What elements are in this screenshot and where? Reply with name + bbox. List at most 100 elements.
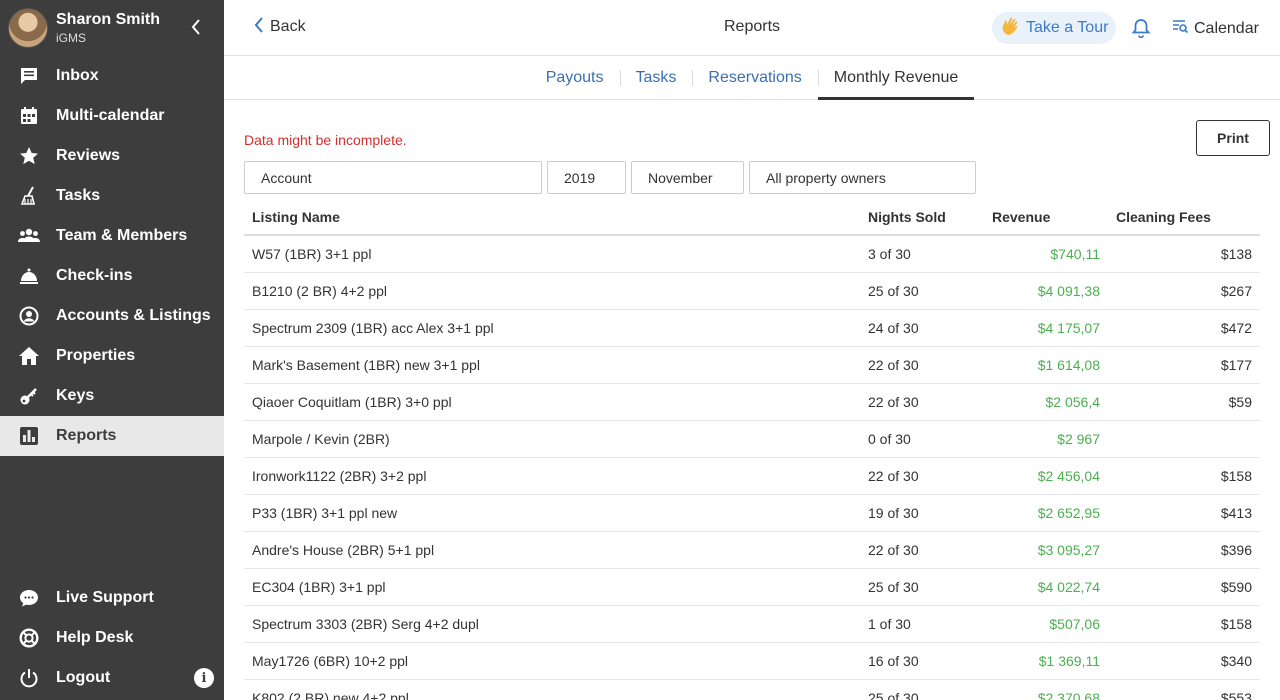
revenue-cell: $3 095,27 (1037, 542, 1100, 558)
sidebar-item-label: Accounts & Listings (56, 307, 211, 324)
table-row[interactable]: Ironwork1122 (2BR) 3+2 ppl 22 of 30 $2 456… (244, 458, 1260, 495)
month-filter[interactable]: November (631, 161, 744, 194)
nights-sold-cell: 22 of 30 (868, 542, 919, 558)
cleaning-fees-cell: $413 (1220, 505, 1252, 521)
take-a-tour-button[interactable]: Take a Tour (992, 12, 1117, 44)
nights-sold-cell: 25 of 30 (868, 579, 919, 595)
notifications-bell-icon[interactable] (1131, 18, 1151, 43)
key-icon (18, 385, 40, 407)
sidebar-item-label: Properties (56, 347, 136, 364)
revenue-cell: $4 091,38 (1037, 283, 1100, 299)
calendar-grid-icon (18, 105, 40, 127)
sidebar-item-label: Help Desk (56, 629, 134, 646)
info-icon[interactable]: i (194, 668, 214, 688)
sidebar-item-inbox[interactable]: Inbox (0, 56, 224, 96)
listing-name-cell: EC304 (1BR) 3+1 ppl (252, 579, 386, 595)
table-row[interactable]: P33 (1BR) 3+1 ppl new 19 of 30 $2 652,95 $4… (244, 495, 1260, 532)
nights-sold-cell: 22 of 30 (868, 468, 919, 484)
cleaning-fees-cell: $138 (1220, 246, 1252, 262)
collapse-sidebar-icon[interactable] (190, 18, 206, 38)
table-row[interactable]: Marpole / Kevin (2BR) 0 of 30 $2 967 (244, 421, 1260, 458)
cleaning-fees-cell: $158 (1220, 468, 1252, 484)
table-row[interactable]: Qiaoer Coquitlam (1BR) 3+0 ppl 22 of 30 $2… (244, 384, 1260, 421)
table-row[interactable]: Andre's House (2BR) 5+1 ppl 22 of 30 $3 09… (244, 532, 1260, 569)
cleaning-fees-cell: $158 (1220, 616, 1252, 632)
table-row[interactable]: May1726 (6BR) 10+2 ppl 16 of 30 $1 369,11 $… (244, 643, 1260, 680)
listing-name-cell: Andre's House (2BR) 5+1 ppl (252, 542, 435, 558)
sidebar-item-label: Live Support (56, 589, 154, 606)
table-row[interactable]: Spectrum 3303 (2BR) Serg 4+2 dupl 1 of 30… (244, 606, 1260, 643)
sidebar-item-label: Reviews (56, 147, 121, 164)
user-profile[interactable]: Sharon Smith iGMS (0, 0, 224, 56)
sidebar-item-label: Keys (56, 387, 95, 404)
sidebar-item-reviews[interactable]: Reviews (0, 136, 224, 176)
home-icon (18, 345, 40, 367)
sidebar-item-label: Logout (56, 669, 111, 686)
cleaning-fees-cell: $177 (1220, 357, 1252, 373)
owner-filter[interactable]: All property owners (749, 161, 976, 194)
sidebar-item-team-members[interactable]: Team & Members (0, 216, 224, 256)
revenue-cell: $4 022,74 (1037, 579, 1100, 595)
page-title: Reports (723, 18, 781, 35)
table-row[interactable]: B1210 (2 BR) 4+2 ppl 25 of 30 $4 091,38 $26… (244, 273, 1260, 310)
column-header[interactable]: Nights Sold (860, 209, 990, 225)
listing-name-cell: W57 (1BR) 3+1 ppl (252, 246, 372, 262)
column-header[interactable]: Cleaning Fees (1108, 209, 1260, 225)
sidebar-item-help-desk[interactable]: Help Desk (0, 618, 224, 658)
table-row[interactable]: K802 (2 BR) new 4+2 ppl 25 of 30 $2 370,68… (244, 680, 1260, 700)
column-header[interactable]: Listing Name (244, 209, 860, 225)
table-row[interactable]: EC304 (1BR) 3+1 ppl 25 of 30 $4 022,74 $590 (244, 569, 1260, 606)
revenue-cell: $2 370,68 (1037, 690, 1100, 700)
nights-sold-cell: 3 of 30 (868, 246, 911, 262)
column-header[interactable]: Revenue (990, 209, 1108, 225)
tab-payouts[interactable]: Payouts (530, 56, 620, 99)
sidebar-item-check-ins[interactable]: Check-ins (0, 256, 224, 296)
revenue-cell: $2 456,04 (1037, 468, 1100, 484)
tab-tasks[interactable]: Tasks (619, 56, 693, 99)
chat-icon (18, 587, 40, 609)
table-row[interactable]: Spectrum 2309 (1BR) acc Alex 3+1 ppl 24 o… (244, 310, 1260, 347)
lifebuoy-icon (18, 627, 40, 649)
sidebar-item-accounts-listings[interactable]: Accounts & Listings (0, 296, 224, 336)
sidebar-item-tasks[interactable]: Tasks (0, 176, 224, 216)
calendar-link[interactable]: Calendar (1172, 18, 1259, 39)
sidebar-item-multi-calendar[interactable]: Multi-calendar (0, 96, 224, 136)
print-button[interactable]: Print (1196, 120, 1270, 156)
tab-monthly-revenue[interactable]: Monthly Revenue (817, 56, 975, 100)
star-icon (18, 145, 40, 167)
bell-service-icon (18, 265, 40, 287)
waving-hand-icon (1000, 15, 1022, 42)
listing-name-cell: Ironwork1122 (2BR) 3+2 ppl (252, 468, 427, 484)
table-row[interactable]: W57 (1BR) 3+1 ppl 3 of 30 $740,11 $138 (244, 236, 1260, 273)
sidebar-nav: Inbox Multi-calendar Reviews Tasks Team … (0, 56, 224, 456)
cleaning-fees-cell: $267 (1220, 283, 1252, 299)
tour-label: Take a Tour (1026, 19, 1109, 36)
sidebar-item-keys[interactable]: Keys (0, 376, 224, 416)
table-body: W57 (1BR) 3+1 ppl 3 of 30 $740,11 $138 B1210… (244, 236, 1260, 700)
broom-icon (18, 185, 40, 207)
cleaning-fees-cell: $590 (1220, 579, 1252, 595)
team-icon (18, 225, 40, 247)
user-org: iGMS (56, 31, 86, 45)
sidebar-item-reports[interactable]: Reports (0, 416, 224, 456)
sidebar-item-properties[interactable]: Properties (0, 336, 224, 376)
sidebar-item-live-support[interactable]: Live Support (0, 578, 224, 618)
account-filter[interactable]: Account (244, 161, 542, 194)
sidebar-item-logout[interactable]: Logout i (0, 658, 224, 698)
table-row[interactable]: Mark's Basement (1BR) new 3+1 ppl 22 of 3… (244, 347, 1260, 384)
tab-reservations[interactable]: Reservations (692, 56, 817, 99)
listing-name-cell: Spectrum 3303 (2BR) Serg 4+2 dupl (252, 616, 479, 632)
avatar[interactable] (8, 8, 48, 48)
account-circle-icon (18, 305, 40, 327)
sidebar-item-label: Inbox (56, 67, 99, 84)
main-content: Back Reports Take a Tour Calendar Payout… (224, 0, 1280, 700)
year-filter[interactable]: 2019 (547, 161, 626, 194)
nights-sold-cell: 16 of 30 (868, 653, 919, 669)
table-header: Listing Name Nights Sold Revenue Cleanin… (244, 200, 1260, 236)
calendar-label: Calendar (1194, 19, 1259, 37)
listing-name-cell: Spectrum 2309 (1BR) acc Alex 3+1 ppl (252, 320, 494, 336)
sidebar-item-label: Reports (56, 427, 117, 444)
inbox-icon (18, 65, 40, 87)
listing-name-cell: Mark's Basement (1BR) new 3+1 ppl (252, 357, 480, 373)
cleaning-fees-cell: $59 (1228, 394, 1252, 410)
